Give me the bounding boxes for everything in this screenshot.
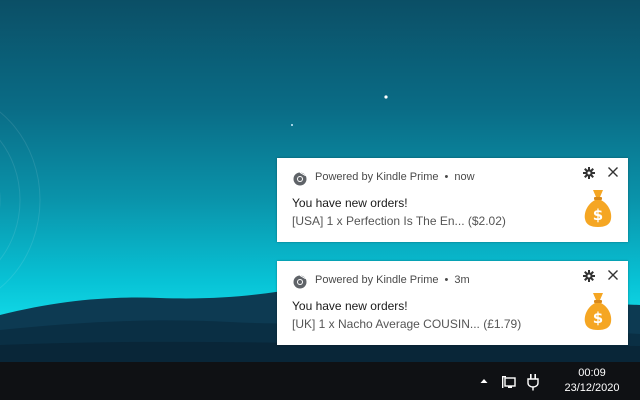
notification-time: now [454, 171, 475, 183]
close-icon[interactable] [607, 166, 619, 178]
clock-date: 23/12/2020 [564, 382, 620, 394]
notification-body: [USA] 1 x Perfection Is The En... ($2.02… [292, 214, 506, 228]
gear-icon[interactable] [583, 167, 595, 179]
app-name: Powered by Kindle Prime [315, 274, 439, 286]
show-hidden-icons-chevron-icon[interactable] [479, 376, 489, 386]
svg-text:$: $ [593, 206, 603, 224]
notification-title: You have new orders! [292, 196, 408, 210]
app-name: Powered by Kindle Prime [315, 171, 439, 183]
close-icon[interactable] [607, 269, 619, 281]
notification-title: You have new orders! [292, 299, 408, 313]
clock-time: 00:09 [578, 367, 606, 379]
notification-time: 3m [454, 274, 470, 286]
power-plug-icon[interactable] [525, 373, 541, 391]
chrome-icon [293, 275, 307, 289]
separator-dot: • [444, 171, 449, 183]
notification-source: Powered by Kindle Prime • 3m [315, 274, 470, 286]
chrome-icon [293, 172, 307, 186]
svg-text:$: $ [593, 309, 603, 327]
gear-icon[interactable] [583, 270, 595, 282]
money-bag-icon: $ [584, 293, 612, 330]
network-icon[interactable] [501, 374, 517, 390]
money-bag-icon: $ [584, 190, 612, 227]
system-clock[interactable]: 00:09 23/12/2020 [552, 366, 632, 396]
taskbar: 00:09 23/12/2020 [0, 362, 640, 400]
notification-body: [UK] 1 x Nacho Average COUSIN... (£1.79) [292, 317, 522, 331]
notification-toast[interactable]: Powered by Kindle Prime • now You have new… [277, 158, 628, 242]
notification-source: Powered by Kindle Prime • now [315, 171, 475, 183]
notification-toast[interactable]: Powered by Kindle Prime • 3m You have new … [277, 261, 628, 345]
separator-dot: • [444, 274, 449, 286]
